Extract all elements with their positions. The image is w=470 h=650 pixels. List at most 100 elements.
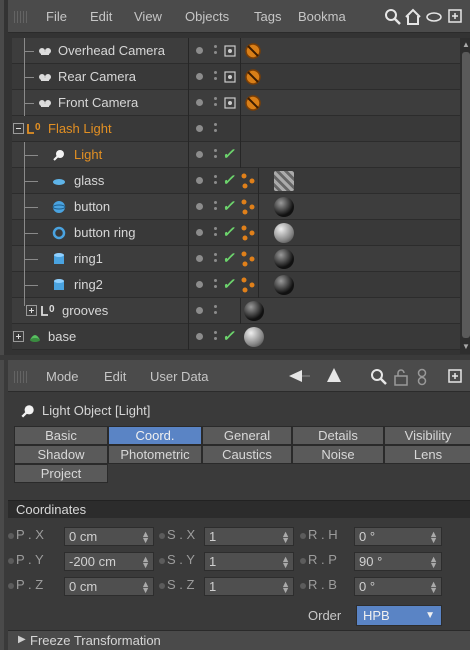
menu-view[interactable]: View — [134, 9, 162, 24]
rb-field[interactable]: 0 ° ▲ ▼ — [354, 577, 442, 596]
menu-tags[interactable]: Tags — [254, 9, 281, 24]
py-field[interactable]: -200 cm ▲ ▼ — [64, 552, 154, 571]
protection-tag-icon[interactable] — [244, 68, 262, 86]
freeze-transformation-group[interactable]: ▶ Freeze Transformation — [8, 630, 470, 650]
enabled-check-icon[interactable]: ✓ — [222, 171, 235, 189]
rh-field[interactable]: 0 ° ▲ ▼ — [354, 527, 442, 546]
visibility-dot[interactable] — [196, 99, 203, 106]
material-tag-icon[interactable] — [274, 223, 294, 243]
menu-edit[interactable]: Edit — [104, 369, 126, 384]
protection-tag-icon[interactable] — [244, 42, 262, 60]
order-dropdown[interactable]: HPB ▼ — [356, 605, 442, 626]
visibility-dot[interactable] — [196, 229, 203, 236]
visibility-dot[interactable] — [196, 255, 203, 262]
phong-tag-icon[interactable] — [239, 276, 257, 294]
material-tag-icon[interactable] — [274, 249, 294, 269]
scroll-up-icon[interactable]: ▲ — [462, 40, 470, 49]
menu-file[interactable]: File — [46, 9, 67, 24]
enabled-check-icon[interactable]: ✓ — [222, 327, 235, 345]
target-tag-icon[interactable] — [224, 45, 236, 57]
object-row[interactable]: glass ✓ — [12, 168, 460, 194]
phong-tag-icon[interactable] — [239, 224, 257, 242]
phong-tag-icon[interactable] — [239, 250, 257, 268]
object-row[interactable]: ring2 ✓ — [12, 272, 460, 298]
keyframe-dot[interactable] — [159, 583, 165, 589]
visibility-dot[interactable] — [196, 125, 203, 132]
expand-icon[interactable] — [448, 369, 462, 383]
search-icon[interactable] — [384, 8, 402, 26]
object-row[interactable]: Light ✓ — [12, 142, 460, 168]
keyframe-dot[interactable] — [159, 533, 165, 539]
visibility-dot[interactable] — [196, 177, 203, 184]
tab-project[interactable]: Project — [14, 464, 108, 483]
visibility-dot[interactable] — [196, 203, 203, 210]
menu-objects[interactable]: Objects — [185, 9, 229, 24]
panel-grip-icon[interactable] — [14, 371, 28, 383]
keyframe-dot[interactable] — [300, 533, 306, 539]
object-row[interactable]: button ✓ — [12, 194, 460, 220]
tab-coord[interactable]: Coord. — [108, 426, 202, 445]
collapse-icon[interactable] — [13, 123, 24, 134]
phong-tag-icon[interactable] — [239, 172, 257, 190]
expand-arrow-icon[interactable]: ▶ — [18, 634, 26, 645]
keyframe-dot[interactable] — [8, 583, 14, 589]
enabled-check-icon[interactable]: ✓ — [222, 223, 235, 241]
vertical-scrollbar[interactable]: ▲ ▼ — [460, 38, 470, 354]
tab-lens[interactable]: Lens — [384, 445, 470, 464]
visibility-dot[interactable] — [196, 281, 203, 288]
sy-field[interactable]: 1 ▲ ▼ — [204, 552, 294, 571]
menu-bookmarks[interactable]: Bookma — [298, 9, 346, 24]
object-row[interactable]: button ring ✓ — [12, 220, 460, 246]
menu-user-data[interactable]: User Data — [150, 369, 209, 384]
object-row[interactable]: 0 Flash Light — [12, 116, 460, 142]
scrollbar-thumb[interactable] — [462, 52, 470, 338]
tab-details[interactable]: Details — [292, 426, 384, 445]
enabled-check-icon[interactable]: ✓ — [222, 145, 235, 163]
keyframe-dot[interactable] — [8, 558, 14, 564]
rp-field[interactable]: 90 ° ▲ ▼ — [354, 552, 442, 571]
sx-field[interactable]: 1 ▲ ▼ — [204, 527, 294, 546]
tab-shadow[interactable]: Shadow — [14, 445, 108, 464]
tab-visibility[interactable]: Visibility — [384, 426, 470, 445]
object-row[interactable]: Overhead Camera — [12, 38, 460, 64]
search-icon[interactable] — [370, 368, 388, 386]
link-icon[interactable] — [416, 368, 428, 386]
layer-icon[interactable] — [426, 11, 442, 23]
phong-tag-icon[interactable] — [239, 198, 257, 216]
tab-general[interactable]: General — [202, 426, 292, 445]
visibility-dot[interactable] — [196, 307, 203, 314]
keyframe-dot[interactable] — [159, 558, 165, 564]
material-tag-icon[interactable] — [274, 171, 294, 191]
keyframe-dot[interactable] — [300, 558, 306, 564]
tab-basic[interactable]: Basic — [14, 426, 108, 445]
back-arrow-icon[interactable] — [288, 369, 310, 383]
object-row[interactable]: Rear Camera — [12, 64, 460, 90]
expand-icon[interactable] — [448, 9, 462, 23]
panel-grip-icon[interactable] — [14, 11, 28, 23]
protection-tag-icon[interactable] — [244, 94, 262, 112]
visibility-dot[interactable] — [196, 151, 203, 158]
keyframe-dot[interactable] — [300, 583, 306, 589]
visibility-dot[interactable] — [196, 73, 203, 80]
enabled-check-icon[interactable]: ✓ — [222, 275, 235, 293]
tab-noise[interactable]: Noise — [292, 445, 384, 464]
keyframe-dot[interactable] — [8, 533, 14, 539]
material-tag-icon[interactable] — [244, 301, 264, 321]
enabled-check-icon[interactable]: ✓ — [222, 249, 235, 267]
target-tag-icon[interactable] — [224, 97, 236, 109]
lock-icon[interactable] — [393, 368, 409, 386]
scroll-down-icon[interactable]: ▼ — [462, 342, 470, 351]
up-arrow-icon[interactable] — [326, 367, 342, 383]
visibility-dot[interactable] — [196, 47, 203, 54]
material-tag-icon[interactable] — [244, 327, 264, 347]
px-field[interactable]: 0 cm ▲ ▼ — [64, 527, 154, 546]
object-row[interactable]: ring1 ✓ — [12, 246, 460, 272]
object-row[interactable]: base ✓ — [12, 324, 460, 350]
object-row[interactable]: Front Camera — [12, 90, 460, 116]
enabled-check-icon[interactable]: ✓ — [222, 197, 235, 215]
expand-tree-icon[interactable] — [26, 305, 37, 316]
target-tag-icon[interactable] — [224, 71, 236, 83]
visibility-dot[interactable] — [196, 333, 203, 340]
tab-caustics[interactable]: Caustics — [202, 445, 292, 464]
menu-edit[interactable]: Edit — [90, 9, 112, 24]
